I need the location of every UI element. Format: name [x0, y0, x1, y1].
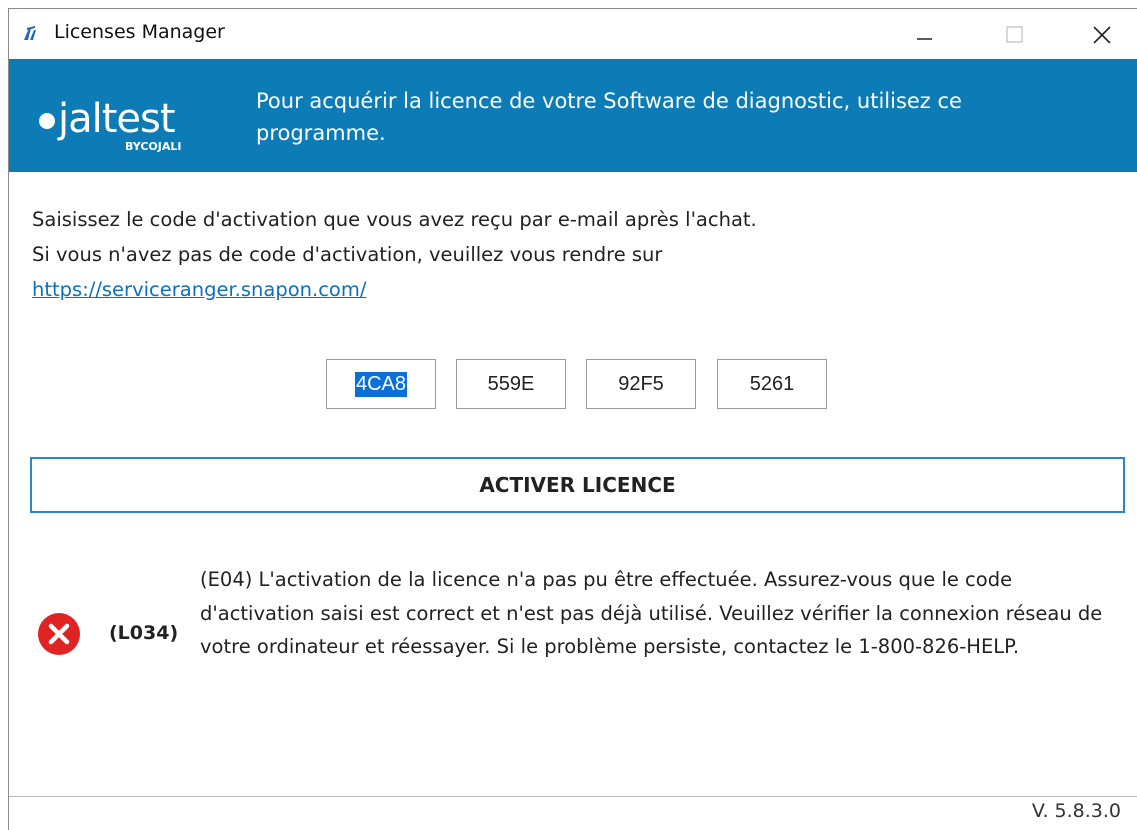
activate-license-button[interactable]: ACTIVER LICENCE	[30, 457, 1125, 513]
header-message: Pour acquérir la licence de votre Softwa…	[256, 89, 962, 145]
jaltest-logo: jaltest BYCOJALI	[39, 96, 182, 153]
maximize-button[interactable]	[979, 9, 1049, 59]
version-label: V. 5.8.3.0	[1031, 800, 1121, 822]
serviceranger-link[interactable]: https://serviceranger.snapon.com/	[32, 278, 366, 301]
window-title: Licenses Manager	[54, 21, 225, 43]
error-icon	[38, 613, 80, 655]
intro-text: Saisissez le code d'activation que vous …	[32, 202, 1032, 307]
app-icon	[24, 26, 36, 40]
intro-line-1: Saisissez le code d'activation que vous …	[32, 208, 757, 231]
activation-code-value-2: 559E	[487, 372, 535, 395]
activation-code-field-1[interactable]: 4CA8	[326, 359, 436, 409]
title-bar[interactable]: Licenses Manager	[9, 9, 1137, 59]
activation-code-field-2[interactable]: 559E	[456, 359, 566, 409]
error-code: (L034)	[109, 622, 179, 644]
intro-line-2: Si vous n'avez pas de code d'activation,…	[32, 243, 663, 266]
activate-license-label: ACTIVER LICENCE	[479, 473, 676, 497]
activation-code-value-1: 4CA8	[354, 371, 408, 397]
logo-text: jaltest	[57, 96, 175, 142]
activation-code-field-4[interactable]: 5261	[717, 359, 827, 409]
close-button[interactable]	[1067, 9, 1137, 59]
close-icon	[1093, 26, 1111, 44]
licenses-manager-window: Licenses Manager jaltest BYCOJALI Pour a…	[8, 8, 1137, 830]
header-banner: jaltest BYCOJALI Pour acquérir la licenc…	[9, 59, 1137, 172]
error-message: (E04) L'activation de la licence n'a pas…	[200, 568, 1103, 658]
minimize-button[interactable]	[889, 9, 959, 59]
activation-code-value-3: 92F5	[618, 372, 664, 395]
footer-divider	[9, 796, 1137, 797]
logo-sub: BYCOJALI	[125, 140, 182, 153]
minimize-icon	[917, 38, 932, 40]
activation-code-field-3[interactable]: 92F5	[586, 359, 696, 409]
maximize-icon	[1006, 26, 1023, 43]
activation-code-value-4: 5261	[749, 372, 795, 395]
